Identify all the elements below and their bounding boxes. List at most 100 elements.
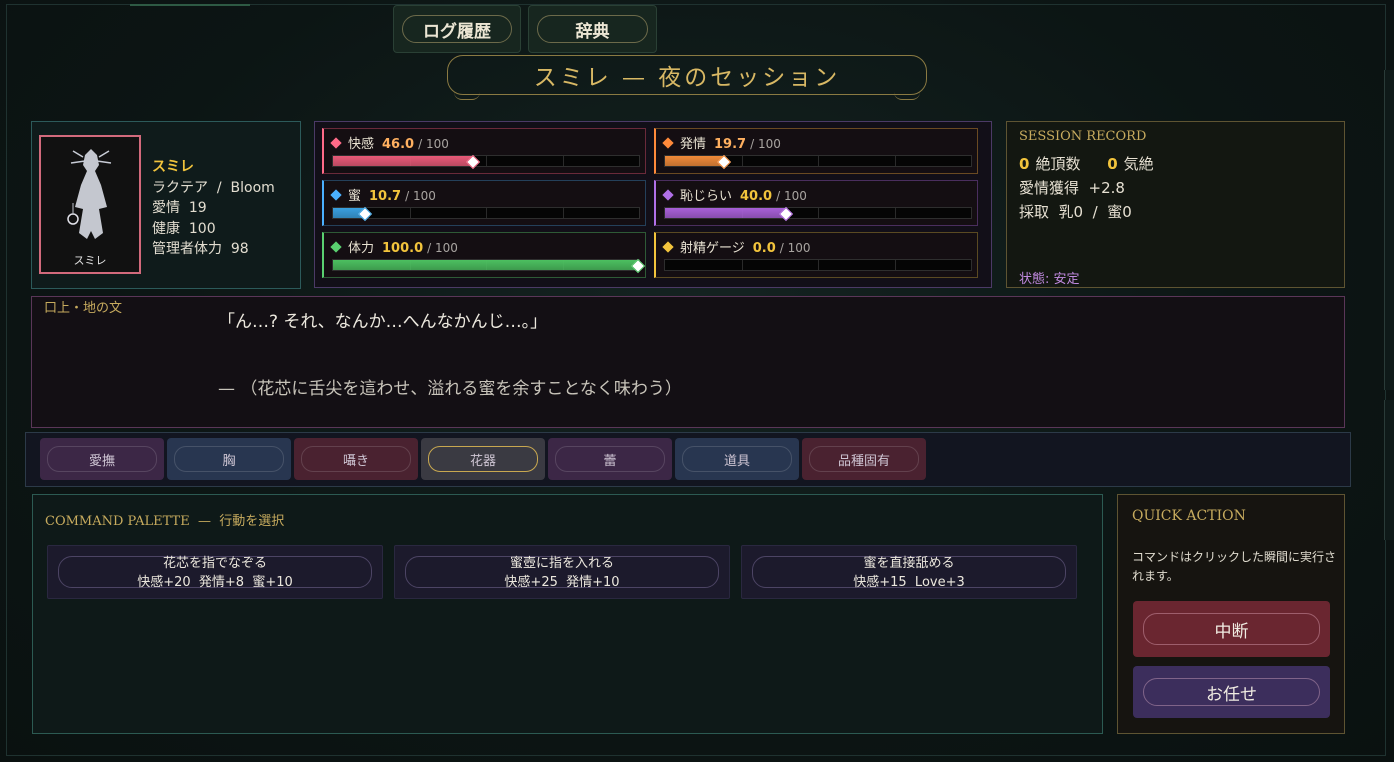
command-button-0[interactable]: 花芯を指でなぞる快感+20 発情+8 蜜+10 bbox=[47, 545, 383, 599]
manager-stamina: 管理者体力 98 bbox=[152, 241, 249, 257]
harvest-record: 採取 乳0 / 蜜0 bbox=[1019, 203, 1132, 221]
state-label: 状態: 安定 bbox=[1019, 272, 1080, 287]
auto-button[interactable]: お任せ bbox=[1133, 666, 1330, 718]
dictionary-label: 辞典 bbox=[575, 21, 610, 42]
tab-label: 道具 bbox=[723, 453, 750, 469]
faint-count: 0 bbox=[1107, 155, 1118, 173]
tab-label: 囁き bbox=[342, 453, 369, 469]
command-name: 花芯を指でなぞる bbox=[162, 556, 267, 571]
character-info: スミレ ラクテア / Bloom 愛情 19 健康 100 管理者体力 98 bbox=[152, 157, 275, 260]
tab-0[interactable]: 愛撫 bbox=[40, 438, 164, 480]
command-palette-header: COMMAND PALETTE — 行動を選択 bbox=[45, 514, 285, 529]
stat-max: / 100 bbox=[405, 189, 436, 203]
stat-gauge bbox=[332, 154, 640, 170]
character-figure-icon bbox=[67, 149, 112, 239]
tab-label: 花器 bbox=[469, 453, 496, 469]
gauge-fill bbox=[333, 260, 639, 270]
character-health: 健康 100 bbox=[152, 220, 216, 237]
command-effect: 快感+25 発情+10 bbox=[504, 575, 620, 590]
stat-name: 体力 bbox=[348, 241, 375, 256]
interrupt-button[interactable]: 中断 bbox=[1133, 601, 1330, 657]
tab-2[interactable]: 囁き bbox=[294, 438, 418, 480]
interrupt-label: 中断 bbox=[1214, 621, 1249, 642]
character-affection: 愛情 19 bbox=[152, 200, 207, 216]
dictionary-button[interactable]: 辞典 bbox=[528, 5, 657, 53]
right-edge-strip-lower bbox=[1384, 400, 1394, 540]
stat-label: 体力 100.0/ 100 bbox=[330, 237, 458, 256]
tab-1[interactable]: 胸 bbox=[167, 438, 291, 480]
faint-label: 気絶 bbox=[1123, 155, 1154, 173]
stat-2: 蜜 10.7/ 100 bbox=[322, 180, 646, 226]
diamond-icon bbox=[330, 137, 342, 149]
session-counts: 0 絶頂数 0 気絶 bbox=[1019, 153, 1154, 174]
right-edge-strip bbox=[1384, 70, 1394, 390]
gauge-fill bbox=[665, 208, 788, 218]
stat-gauge bbox=[664, 206, 972, 222]
stat-gauge bbox=[664, 259, 972, 271]
dialogue-narration: — （花芯に舌尖を這わせ、溢れる蜜を余すことなく味わう） bbox=[218, 379, 682, 399]
command-name: 蜜を直接舐める bbox=[863, 556, 955, 571]
stats-panel: 快感 46.0/ 100 発情 19.7/ 100 蜜 10.7/ 100 恥じらい 40.0… bbox=[314, 121, 992, 288]
stat-5: 射精ゲージ 0.0/ 100 bbox=[654, 232, 978, 278]
session-record-panel: SESSION RECORD 0 絶頂数 0 気絶 愛情獲得 +2.8 採取 乳0 … bbox=[1006, 121, 1345, 288]
stat-value: 0.0 bbox=[752, 241, 776, 256]
quick-action-description: コマンドはクリックした瞬間に実行されます。 bbox=[1132, 550, 1337, 583]
stat-label: 蜜 10.7/ 100 bbox=[330, 185, 436, 204]
tab-5[interactable]: 道具 bbox=[675, 438, 799, 480]
command-button-2[interactable]: 蜜を直接舐める 快感+15 Love+3 bbox=[741, 545, 1077, 599]
stat-name: 快感 bbox=[348, 137, 375, 152]
gauge-tick bbox=[562, 208, 564, 218]
tab-label: 品種固有 bbox=[837, 453, 890, 469]
diamond-icon bbox=[662, 137, 674, 149]
stat-name: 発情 bbox=[680, 137, 707, 152]
gauge-tick bbox=[486, 208, 487, 218]
tab-label: 蕾 bbox=[603, 453, 617, 469]
stat-label: 恥じらい 40.0/ 100 bbox=[662, 185, 807, 204]
stat-name: 射精ゲージ bbox=[680, 241, 745, 256]
tab-3[interactable]: 花器 bbox=[421, 438, 545, 480]
diamond-icon bbox=[330, 189, 342, 201]
gauge-tick bbox=[486, 156, 487, 166]
tab-label: 愛撫 bbox=[88, 453, 115, 469]
log-history-button[interactable]: ログ履歴 bbox=[393, 5, 521, 53]
stat-label: 発情 19.7/ 100 bbox=[662, 133, 781, 152]
character-card: スミレ スミレ ラクテア / Bloom 愛情 19 健康 100 管理者体力 … bbox=[31, 121, 301, 289]
dialogue-tag: 口上・地の文 bbox=[44, 301, 123, 316]
quick-action-header: QUICK ACTION bbox=[1132, 508, 1246, 524]
stat-gauge bbox=[332, 206, 640, 222]
command-effect: 快感+20 発情+8 蜜+10 bbox=[137, 575, 293, 590]
banner-ornament-right bbox=[894, 92, 920, 100]
gauge-tick bbox=[818, 156, 819, 166]
tab-4[interactable]: 蕾 bbox=[548, 438, 672, 480]
diamond-icon bbox=[330, 241, 342, 253]
gauge-fill bbox=[333, 156, 474, 166]
stat-gauge bbox=[664, 154, 972, 170]
gauge-tick bbox=[562, 156, 564, 166]
gauge-tick bbox=[409, 208, 411, 218]
banner-ornament-left bbox=[454, 92, 480, 100]
gauge-tick bbox=[894, 208, 896, 218]
character-portrait[interactable]: スミレ bbox=[39, 135, 141, 274]
stat-max: / 100 bbox=[750, 137, 781, 151]
diamond-icon bbox=[662, 241, 674, 253]
portrait-name: スミレ bbox=[73, 254, 107, 267]
dialogue-speech: 「ん…? それ、なんか…へんなかんじ…。」 bbox=[218, 312, 548, 332]
command-effect: 快感+15 Love+3 bbox=[853, 575, 965, 590]
command-name: 蜜壺に指を入れる bbox=[509, 556, 614, 571]
gauge-tick bbox=[741, 260, 743, 270]
stat-max: / 100 bbox=[779, 241, 811, 255]
gauge-tick bbox=[894, 260, 896, 270]
climax-label: 絶頂数 bbox=[1035, 155, 1081, 173]
session-title: スミレ — 夜のセッション bbox=[533, 65, 841, 91]
gauge-tick bbox=[741, 156, 743, 166]
stat-3: 恥じらい 40.0/ 100 bbox=[654, 180, 978, 226]
affection-gain: 愛情獲得 +2.8 bbox=[1019, 179, 1125, 197]
tab-6[interactable]: 品種固有 bbox=[802, 438, 926, 480]
stat-value: 46.0 bbox=[382, 137, 415, 152]
stat-max: / 100 bbox=[776, 189, 807, 203]
tab-label: 胸 bbox=[222, 453, 236, 469]
stat-value: 100.0 bbox=[382, 241, 424, 256]
stat-0: 快感 46.0/ 100 bbox=[322, 128, 646, 174]
character-species: ラクテア / Bloom bbox=[152, 179, 275, 196]
command-button-1[interactable]: 蜜壺に指を入れる 快感+25 発情+10 bbox=[394, 545, 730, 599]
